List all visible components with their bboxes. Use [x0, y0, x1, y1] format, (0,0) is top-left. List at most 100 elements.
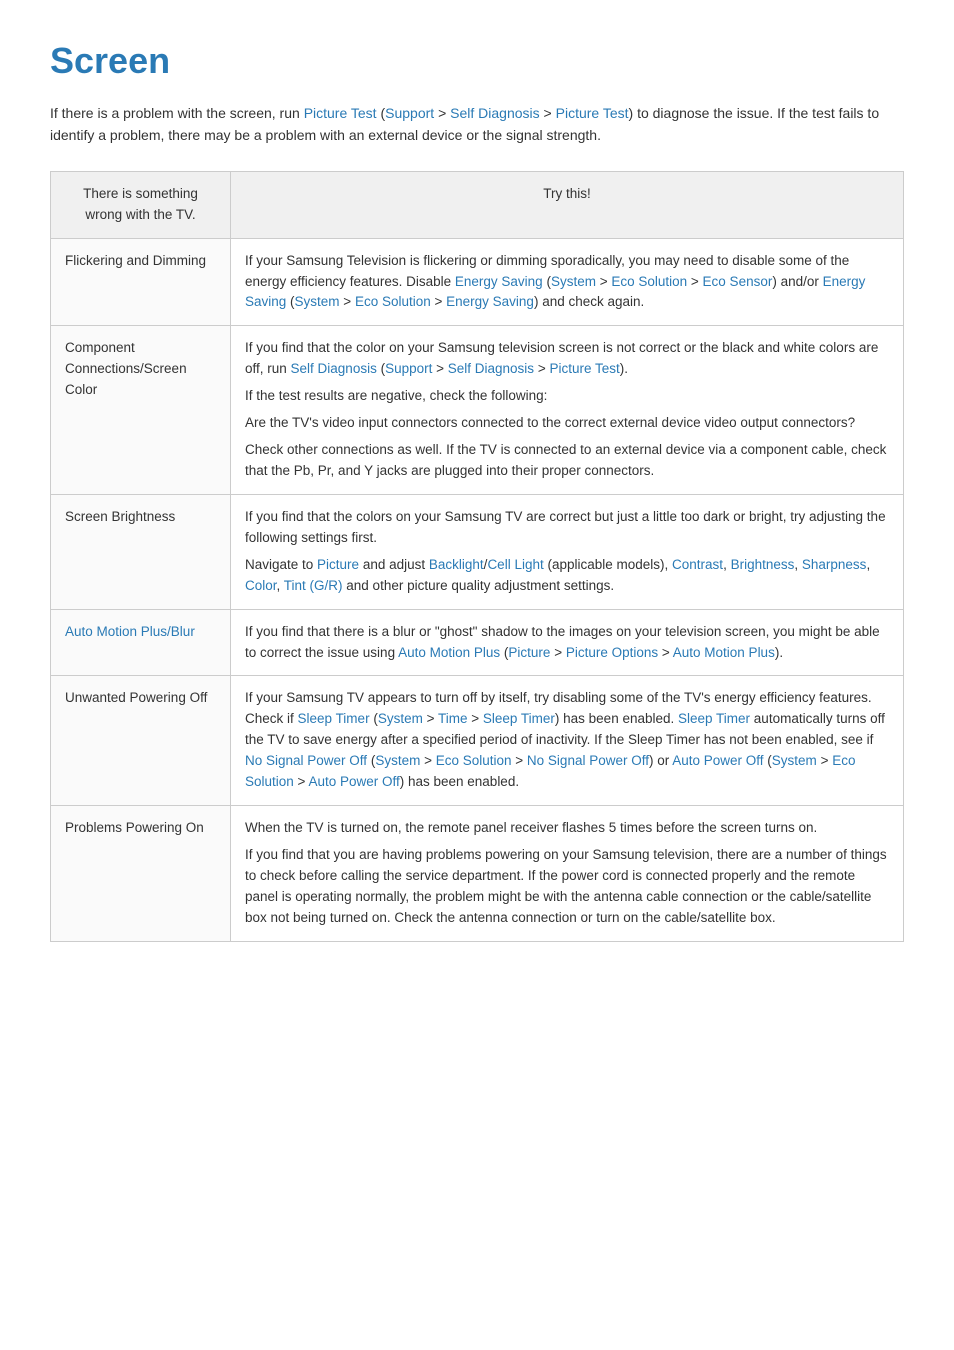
try-text-span: > [658, 645, 673, 660]
try-text-span: and adjust [359, 557, 429, 572]
try-paragraph-2-1: Navigate to Picture and adjust Backlight… [245, 555, 889, 597]
table-row-try-2: If you find that the colors on your Sams… [231, 494, 904, 609]
try-link[interactable]: Sleep Timer [298, 711, 370, 726]
table-row-issue-4: Unwanted Powering Off [51, 676, 231, 806]
try-link[interactable]: System [295, 294, 340, 309]
try-link[interactable]: System [551, 274, 596, 289]
try-link[interactable]: Sleep Timer [483, 711, 555, 726]
try-text-span: ( [370, 711, 378, 726]
try-link[interactable]: Picture [508, 645, 550, 660]
table-header-try: Try this! [231, 171, 904, 238]
try-text-span: ) has been enabled. [400, 774, 519, 789]
try-text-span: > [817, 753, 832, 768]
try-paragraph-1-0: If you find that the color on your Samsu… [245, 338, 889, 380]
try-paragraph-2-0: If you find that the colors on your Sams… [245, 507, 889, 549]
intro-link-self-diagnosis[interactable]: Self Diagnosis [450, 105, 540, 121]
try-text-span: > [687, 274, 702, 289]
try-text-span: ( [764, 753, 772, 768]
try-text-span: ( [543, 274, 551, 289]
intro-text-2: ( [377, 105, 386, 121]
intro-link-picture-test[interactable]: Picture Test [304, 105, 377, 121]
try-link[interactable]: Sleep Timer [678, 711, 750, 726]
intro-link-picture-test-2[interactable]: Picture Test [556, 105, 629, 121]
try-text-span: > [550, 645, 565, 660]
table-header-issue: There is something wrong with the TV. [51, 171, 231, 238]
try-link[interactable]: Auto Power Off [672, 753, 763, 768]
try-text-span: > [340, 294, 355, 309]
intro-arrow-1: > [434, 105, 450, 121]
try-link[interactable]: Self Diagnosis [448, 361, 534, 376]
try-link[interactable]: Picture [317, 557, 359, 572]
try-link[interactable]: Energy Saving [455, 274, 543, 289]
try-text-span: (applicable models), [544, 557, 672, 572]
try-link[interactable]: Support [385, 361, 432, 376]
table-row-issue-1: Component Connections/Screen Color [51, 326, 231, 495]
try-text-span: > [467, 711, 482, 726]
try-link[interactable]: Contrast [672, 557, 723, 572]
try-link[interactable]: Picture Options [566, 645, 658, 660]
intro-paragraph: If there is a problem with the screen, r… [50, 102, 904, 147]
try-paragraph-3-0: If you find that there is a blur or "gho… [245, 622, 889, 664]
troubleshooting-table: There is something wrong with the TV. Tr… [50, 171, 904, 942]
try-link[interactable]: System [772, 753, 817, 768]
table-row-try-4: If your Samsung TV appears to turn off b… [231, 676, 904, 806]
try-link[interactable]: Sharpness [802, 557, 867, 572]
try-text-span: ) and check again. [534, 294, 644, 309]
try-paragraph-1-3: Check other connections as well. If the … [245, 440, 889, 482]
try-text-span: > [294, 774, 309, 789]
table-row-issue-5: Problems Powering On [51, 806, 231, 942]
try-text-span: Check other connections as well. If the … [245, 442, 886, 478]
try-text-span: ). [620, 361, 628, 376]
try-text-span: > [534, 361, 549, 376]
try-link[interactable]: Self Diagnosis [291, 361, 377, 376]
try-text-span: > [596, 274, 611, 289]
try-paragraph-1-2: Are the TV's video input connectors conn… [245, 413, 889, 434]
try-text-span: > [420, 753, 435, 768]
try-link[interactable]: Brightness [731, 557, 795, 572]
try-text-span: , [866, 557, 870, 572]
try-text-span: > [431, 294, 446, 309]
try-text-span: Navigate to [245, 557, 317, 572]
try-text-span: , [723, 557, 731, 572]
try-text-span: > [432, 361, 447, 376]
try-paragraph-4-0: If your Samsung TV appears to turn off b… [245, 688, 889, 793]
try-link[interactable]: No Signal Power Off [527, 753, 649, 768]
try-text-span: ) has been enabled. [555, 711, 678, 726]
try-link[interactable]: Energy Saving [446, 294, 534, 309]
try-link[interactable]: Tint (G/R) [284, 578, 343, 593]
intro-arrow-2: > [540, 105, 556, 121]
try-link[interactable]: Eco Solution [611, 274, 687, 289]
try-link[interactable]: Eco Solution [355, 294, 431, 309]
try-link[interactable]: Time [438, 711, 468, 726]
try-text-span: ) or [649, 753, 672, 768]
page-title: Screen [50, 40, 904, 82]
try-link[interactable]: No Signal Power Off [245, 753, 367, 768]
table-row-try-1: If you find that the color on your Samsu… [231, 326, 904, 495]
try-link[interactable]: Eco Solution [436, 753, 512, 768]
intro-link-support[interactable]: Support [385, 105, 434, 121]
try-link[interactable]: Auto Motion Plus [673, 645, 775, 660]
table-row-issue-3: Auto Motion Plus/Blur [51, 609, 231, 676]
try-text-span: ( [286, 294, 294, 309]
try-paragraph-5-1: If you find that you are having problems… [245, 845, 889, 929]
table-row-issue-2: Screen Brightness [51, 494, 231, 609]
try-link[interactable]: Cell Light [487, 557, 543, 572]
try-link[interactable]: Color [245, 578, 277, 593]
try-link[interactable]: Backlight [429, 557, 484, 572]
issue-link-3[interactable]: Auto Motion Plus/Blur [65, 624, 195, 639]
try-text-span: > [512, 753, 527, 768]
try-paragraph-5-0: When the TV is turned on, the remote pan… [245, 818, 889, 839]
try-link[interactable]: Picture Test [549, 361, 619, 376]
try-text-span: ( [377, 361, 385, 376]
try-text-span: If you find that the colors on your Sams… [245, 509, 886, 545]
try-link[interactable]: System [378, 711, 423, 726]
try-link[interactable]: Eco Sensor [703, 274, 773, 289]
try-link[interactable]: Auto Power Off [308, 774, 399, 789]
try-text-span: > [423, 711, 438, 726]
try-text-span: , [794, 557, 802, 572]
try-text-span: , [277, 578, 284, 593]
try-link[interactable]: Auto Motion Plus [398, 645, 500, 660]
table-row-try-5: When the TV is turned on, the remote pan… [231, 806, 904, 942]
try-text-span: ) and/or [772, 274, 822, 289]
try-link[interactable]: System [375, 753, 420, 768]
